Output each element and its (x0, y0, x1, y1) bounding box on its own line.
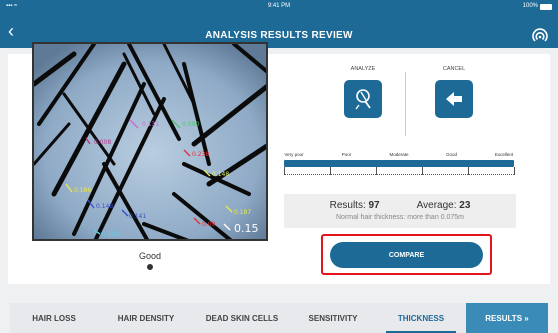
measurement-label: 0.141 (129, 213, 146, 220)
battery-icon (540, 4, 552, 10)
results-value: 97 (368, 200, 380, 211)
measurement-label: 0.090 (182, 121, 199, 128)
scale-label: Good (445, 152, 458, 157)
status-time: 9:41 PM (267, 3, 291, 9)
analyze-label: ANALYZE (350, 66, 376, 72)
tab-hair-density[interactable]: HAIR DENSITY (98, 303, 194, 333)
measurement-label: 0.15 (234, 222, 259, 235)
actions-divider (405, 72, 406, 136)
thickness-scale: Very poor Poor Moderate Good Excellent (284, 150, 515, 175)
scale-tick (330, 167, 331, 175)
results-note: Normal hair thickness: more than 0.075m (336, 214, 464, 221)
scale-tick (376, 167, 377, 175)
results-label: Results: (329, 200, 366, 211)
scale-tick (468, 167, 469, 175)
page-title: ANALYSIS RESULTS REVIEW (205, 30, 353, 41)
tab-sensitivity[interactable]: SENSITIVITY (290, 303, 376, 333)
bottom-tabs: HAIR LOSS HAIR DENSITY DEAD SKIN CELLS SENS… (10, 303, 548, 333)
average-value: 23 (459, 200, 471, 211)
measurement-label: 0.187 (234, 209, 251, 216)
cancel-button[interactable] (435, 80, 473, 118)
measurement-label: 0.148 (96, 203, 113, 210)
measurement-label: 0.186 (74, 187, 91, 194)
compare-highlight: COMPARE (321, 234, 492, 275)
scale-label: Moderate (389, 152, 409, 157)
cancel-label: CANCEL (442, 66, 466, 72)
compare-button[interactable]: COMPARE (330, 242, 483, 268)
measurement-label: 0.131 (142, 121, 159, 128)
measurement-label: 0.132 (102, 231, 119, 238)
scale-label: Very poor (284, 152, 304, 157)
scale-label: Excellent (494, 152, 514, 157)
page-indicator-dot[interactable] (147, 264, 153, 270)
tab-hair-loss[interactable]: HAIR LOSS (10, 303, 98, 333)
analyze-action: ANALYZE (336, 66, 390, 118)
measurement-label: 0.09 (202, 221, 216, 228)
tab-thickness[interactable]: THICKNESS (376, 303, 466, 333)
top-bar: ▪▪▪ ≈ 9:41 PM 100% ‹ ANALYSIS RESULTS RE… (0, 0, 558, 48)
analyze-button[interactable] (344, 80, 382, 118)
magnifier-icon (355, 89, 371, 110)
tab-results[interactable]: RESULTS » (466, 303, 548, 333)
measurement-label: 0.238 (192, 151, 209, 158)
scale-bar (284, 160, 514, 167)
cancel-action: CANCEL (427, 66, 481, 118)
scale-ticks (284, 167, 515, 175)
scale-tick (284, 167, 285, 175)
scale-tick (422, 167, 423, 175)
tab-dead-skin-cells[interactable]: DEAD SKIN CELLS (194, 303, 290, 333)
battery-percent: 100% (522, 3, 538, 9)
scale-label: Poor (341, 152, 352, 157)
measurement-label: 0.148 (212, 171, 229, 178)
scalp-image-overlay: 0.131 0.090 0.008 0.238 0.148 0.186 0.148 0.141… (34, 44, 266, 239)
average-label: Average: (416, 200, 457, 211)
nfc-signal-icon[interactable] (532, 28, 548, 44)
scalp-image[interactable]: 0.131 0.090 0.008 0.238 0.148 0.186 0.148 0.141… (32, 42, 268, 241)
measurement-label: 0.008 (94, 139, 111, 146)
rating-label: Good (138, 251, 162, 261)
scale-labels: Very poor Poor Moderate Good Excellent (284, 150, 514, 160)
scale-tick (514, 167, 515, 175)
arrow-left-icon (446, 92, 462, 106)
results-panel: Results: 97 Average: 23 Normal hair thic… (284, 194, 516, 228)
